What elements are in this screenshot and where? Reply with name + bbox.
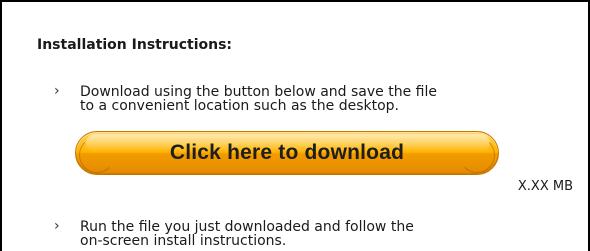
step-2-line-2: on-screen install instructions. [80, 233, 287, 249]
step-1-line-2: to a convenient location such as the des… [80, 98, 399, 114]
bullet-icon: › [54, 218, 60, 234]
button-arc-right [459, 137, 495, 173]
step-1-line-1: Download using the button below and save… [80, 84, 437, 100]
step-1-text: Download using the button below and save… [80, 85, 437, 113]
step-2-line-1: Run the file you just downloaded and fol… [80, 219, 414, 235]
step-2-text: Run the file you just downloaded and fol… [80, 220, 414, 248]
bullet-icon: › [54, 83, 60, 99]
file-size-label: X.XX MB [517, 179, 573, 194]
installation-heading: Installation Instructions: [37, 37, 233, 53]
installation-panel: Installation Instructions: › Download us… [0, 0, 590, 251]
download-button[interactable]: Click here to download [75, 131, 499, 175]
button-arc-left [79, 137, 115, 173]
download-button-label: Click here to download [169, 141, 405, 164]
